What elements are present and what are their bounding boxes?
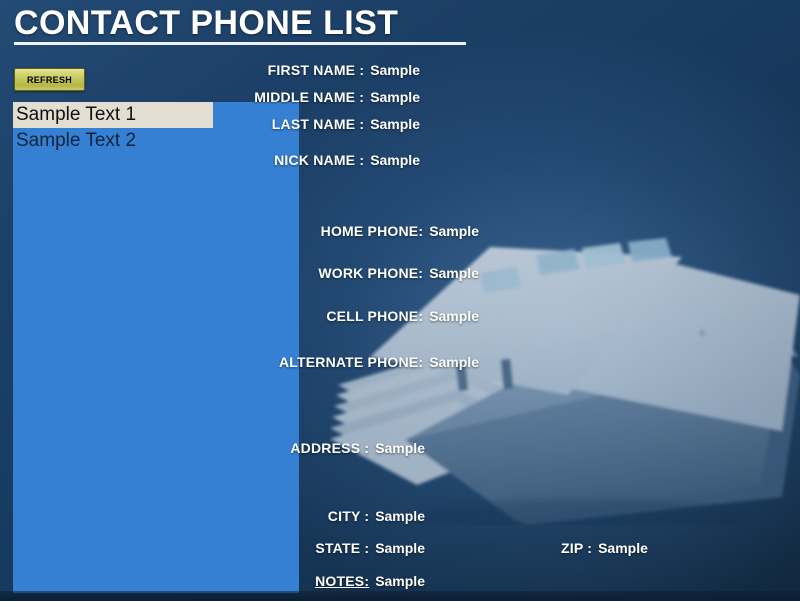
field-nick-name: NICK NAME : Sample: [215, 152, 420, 168]
contact-phone-list-screen: CONTACT PHONE LIST REFRESH Sample Text 1…: [0, 0, 800, 601]
field-last-name: LAST NAME : Sample: [215, 116, 420, 132]
field-address: ADDRESS : Sample: [225, 440, 425, 456]
field-zip: ZIP : Sample: [561, 540, 648, 556]
field-state: STATE : Sample: [225, 540, 425, 556]
field-value[interactable]: Sample: [429, 308, 479, 324]
page-title-underline: [14, 42, 466, 45]
refresh-button-label: REFRESH: [26, 74, 73, 85]
field-notes: NOTES: Sample: [225, 573, 425, 589]
page-title: CONTACT PHONE LIST: [14, 4, 399, 42]
field-work-phone: WORK PHONE: Sample: [274, 265, 479, 281]
field-value[interactable]: Sample: [429, 223, 479, 239]
field-label: HOME PHONE:: [320, 223, 424, 239]
bottom-band: [0, 591, 800, 601]
field-city: CITY : Sample: [225, 508, 425, 524]
field-value[interactable]: Sample: [375, 573, 425, 589]
field-label: CITY :: [327, 508, 370, 524]
field-value[interactable]: Sample: [370, 89, 420, 105]
field-label: CELL PHONE:: [326, 308, 424, 324]
field-label: STATE :: [315, 540, 370, 556]
field-cell-phone: CELL PHONE: Sample: [274, 308, 479, 324]
field-middle-name: MIDDLE NAME : Sample: [215, 89, 420, 105]
field-value[interactable]: Sample: [375, 540, 425, 556]
field-label: ADDRESS :: [290, 440, 370, 456]
field-value[interactable]: Sample: [598, 540, 648, 556]
field-alternate-phone: ALTERNATE PHONE: Sample: [274, 354, 479, 370]
field-label: LAST NAME :: [271, 116, 365, 132]
field-home-phone: HOME PHONE: Sample: [274, 223, 479, 239]
field-value[interactable]: Sample: [375, 440, 425, 456]
field-label: NOTES:: [315, 573, 370, 589]
field-label: ALTERNATE PHONE:: [278, 354, 424, 370]
field-label: FIRST NAME :: [267, 62, 365, 78]
field-value[interactable]: Sample: [370, 62, 420, 78]
field-label: NICK NAME :: [274, 152, 365, 168]
refresh-button[interactable]: REFRESH: [14, 68, 85, 91]
field-label: WORK PHONE:: [318, 265, 424, 281]
field-value[interactable]: Sample: [370, 116, 420, 132]
field-label: ZIP :: [561, 540, 593, 556]
field-value[interactable]: Sample: [429, 265, 479, 281]
field-value[interactable]: Sample: [370, 152, 420, 168]
field-label: MIDDLE NAME :: [254, 89, 365, 105]
field-value[interactable]: Sample: [429, 354, 479, 370]
list-item[interactable]: Sample Text 1: [13, 102, 213, 128]
field-first-name: FIRST NAME : Sample: [215, 62, 420, 78]
field-value[interactable]: Sample: [375, 508, 425, 524]
